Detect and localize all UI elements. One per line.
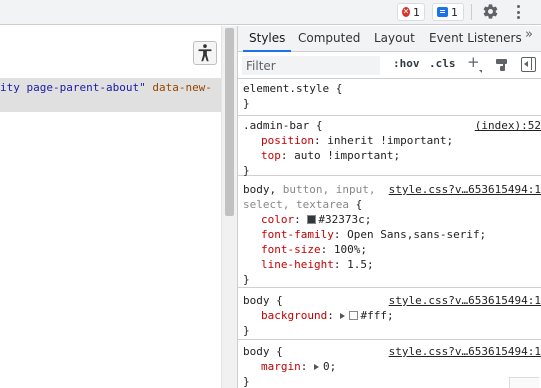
rule-selector[interactable]: element.style { bbox=[243, 82, 342, 95]
selected-dom-node[interactable]: ity page-parent-about" data-new- bbox=[0, 78, 221, 112]
filter-input[interactable] bbox=[242, 56, 380, 75]
rule-selector[interactable]: .admin-bar { bbox=[243, 119, 322, 132]
new-style-rule-menu-icon[interactable] bbox=[479, 70, 482, 73]
paint-brush-icon[interactable] bbox=[495, 58, 508, 71]
cls-toggle[interactable]: .cls bbox=[429, 57, 456, 70]
message-icon bbox=[437, 7, 448, 17]
gear-icon[interactable] bbox=[482, 3, 499, 20]
rule-selector[interactable]: body { bbox=[243, 294, 283, 307]
rule-close-brace: } bbox=[243, 273, 250, 286]
hov-toggle[interactable]: :hov bbox=[393, 57, 420, 70]
rule-close-brace: } bbox=[243, 97, 250, 110]
tab-styles[interactable]: Styles bbox=[242, 26, 292, 52]
tab-computed[interactable]: Computed bbox=[298, 26, 360, 51]
rule-body-margin: body { style.css?v…653615494:1 margin: 0… bbox=[238, 341, 541, 388]
elements-scrollbar-thumb[interactable] bbox=[225, 28, 234, 216]
new-style-rule-icon[interactable]: + bbox=[467, 55, 480, 70]
tab-event-listeners[interactable]: Event Listeners bbox=[429, 26, 522, 51]
style-property[interactable]: margin: 0; bbox=[261, 360, 336, 373]
error-count: 1 bbox=[413, 5, 420, 19]
more-tabs-icon[interactable]: » bbox=[525, 27, 533, 42]
sidebar-tabs: Styles Computed Layout Event Listeners bbox=[238, 26, 541, 52]
rule-selector[interactable]: body, button, input, bbox=[243, 183, 375, 196]
rule-close-brace: } bbox=[243, 375, 250, 388]
rule-body-typography: body, button, input, style.css?v…6536154… bbox=[238, 177, 541, 288]
elements-pane: ity page-parent-about" data-new- bbox=[0, 26, 221, 388]
accessibility-button[interactable] bbox=[193, 41, 217, 65]
style-property[interactable]: color: #32373c; bbox=[261, 213, 371, 226]
expand-triangle-icon[interactable] bbox=[314, 364, 319, 370]
devtools-toolbar: ✕ 1 1 bbox=[0, 0, 541, 25]
rule-source-link[interactable]: (index):52 bbox=[475, 119, 541, 132]
color-swatch[interactable] bbox=[307, 215, 317, 224]
message-count: 1 bbox=[451, 5, 458, 19]
rule-source-link[interactable]: style.css?v…653615494:1 bbox=[389, 294, 541, 307]
rule-element-style: element.style { } bbox=[238, 80, 541, 116]
toolbar-divider bbox=[471, 4, 472, 20]
rule-selector-continued[interactable]: select, textarea { bbox=[243, 198, 362, 211]
kebab-menu-icon[interactable] bbox=[512, 3, 526, 21]
rule-close-brace: } bbox=[243, 164, 250, 177]
tab-layout[interactable]: Layout bbox=[374, 26, 415, 51]
styles-rules-list: element.style { } .admin-bar { (index):5… bbox=[238, 80, 541, 388]
error-count-badge[interactable]: ✕ 1 bbox=[397, 3, 425, 21]
rule-source-link[interactable]: style.css?v…653615494:1 bbox=[389, 183, 541, 196]
style-property[interactable]: top: auto !important; bbox=[261, 149, 400, 162]
toggle-sidebar-icon[interactable] bbox=[521, 57, 536, 72]
expand-triangle-icon[interactable] bbox=[340, 313, 346, 319]
color-swatch[interactable] bbox=[349, 311, 359, 320]
rule-source-link[interactable]: style.css?v…653615494:1 bbox=[389, 345, 541, 358]
style-property[interactable]: position: inherit !important; bbox=[261, 134, 453, 147]
style-property[interactable]: background: #fff; bbox=[261, 309, 394, 322]
rule-admin-bar: .admin-bar { (index):52 position: inheri… bbox=[238, 117, 541, 177]
accessibility-icon bbox=[198, 44, 212, 62]
dom-node-text: ity page-parent-about" data-new- bbox=[0, 81, 212, 94]
rule-close-brace: } bbox=[243, 324, 250, 337]
error-icon: ✕ bbox=[402, 7, 410, 17]
panel-corner bbox=[509, 377, 539, 388]
rule-body-background: body { style.css?v…653615494:1 backgroun… bbox=[238, 289, 541, 340]
message-count-badge[interactable]: 1 bbox=[432, 3, 464, 21]
rule-selector[interactable]: body { bbox=[243, 345, 283, 358]
style-property[interactable]: line-height: 1.5; bbox=[261, 258, 374, 271]
style-property[interactable]: font-size: 100%; bbox=[261, 243, 367, 256]
style-property[interactable]: font-family: Open Sans,sans-serif; bbox=[261, 228, 486, 241]
